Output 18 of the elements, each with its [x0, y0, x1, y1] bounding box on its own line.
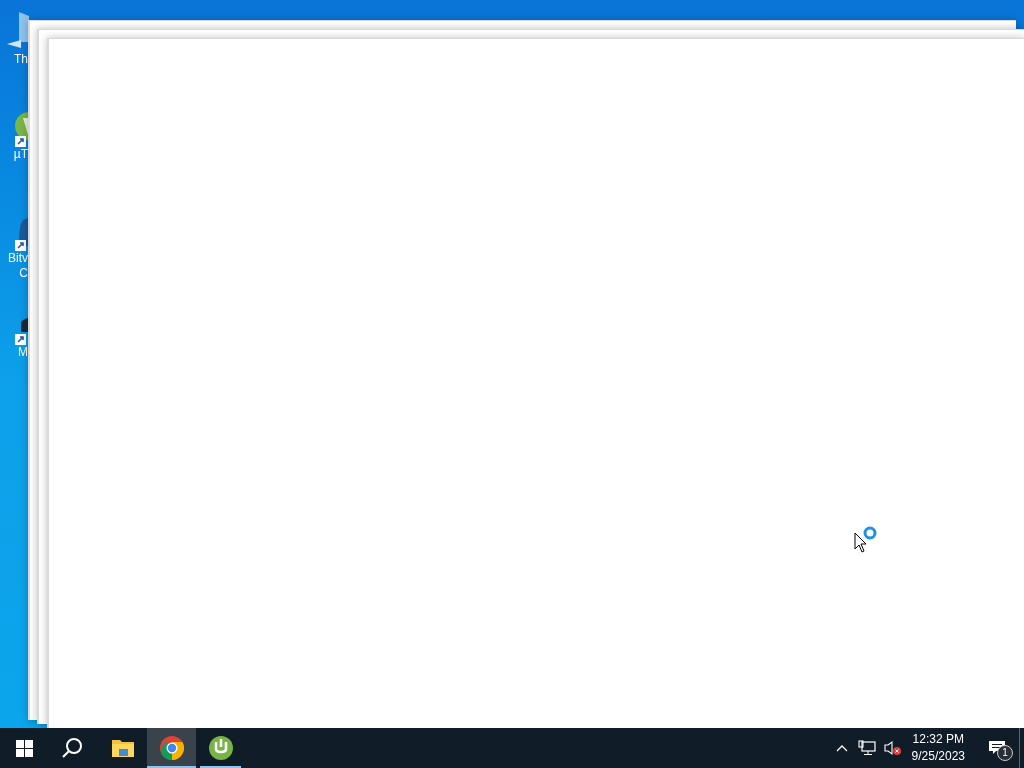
desktop-icon-label[interactable]: C: [19, 266, 29, 281]
network-icon[interactable]: [857, 740, 876, 756]
desktop-icon-label[interactable]: Bitv: [8, 251, 29, 266]
chevron-up-icon[interactable]: [835, 744, 848, 752]
notification-count-badge: 1: [997, 745, 1013, 761]
folder-icon: [110, 738, 135, 758]
volume-icon[interactable]: [883, 740, 902, 756]
desktop-icon-label[interactable]: Th: [14, 52, 29, 67]
search-icon: [61, 737, 83, 759]
desktop-icon-label[interactable]: M: [18, 345, 29, 360]
torrent-icon: [207, 735, 234, 761]
desktop-icon-label[interactable]: µT: [13, 147, 29, 162]
clock[interactable]: 12:32 PM 9/25/2023: [905, 728, 971, 768]
windows-icon: [15, 739, 33, 757]
notifications-button[interactable]: 1: [975, 728, 1019, 768]
browser-icon: [158, 735, 185, 761]
busy-cursor-icon: [854, 526, 878, 554]
taskbar-app-button[interactable]: [147, 728, 196, 768]
